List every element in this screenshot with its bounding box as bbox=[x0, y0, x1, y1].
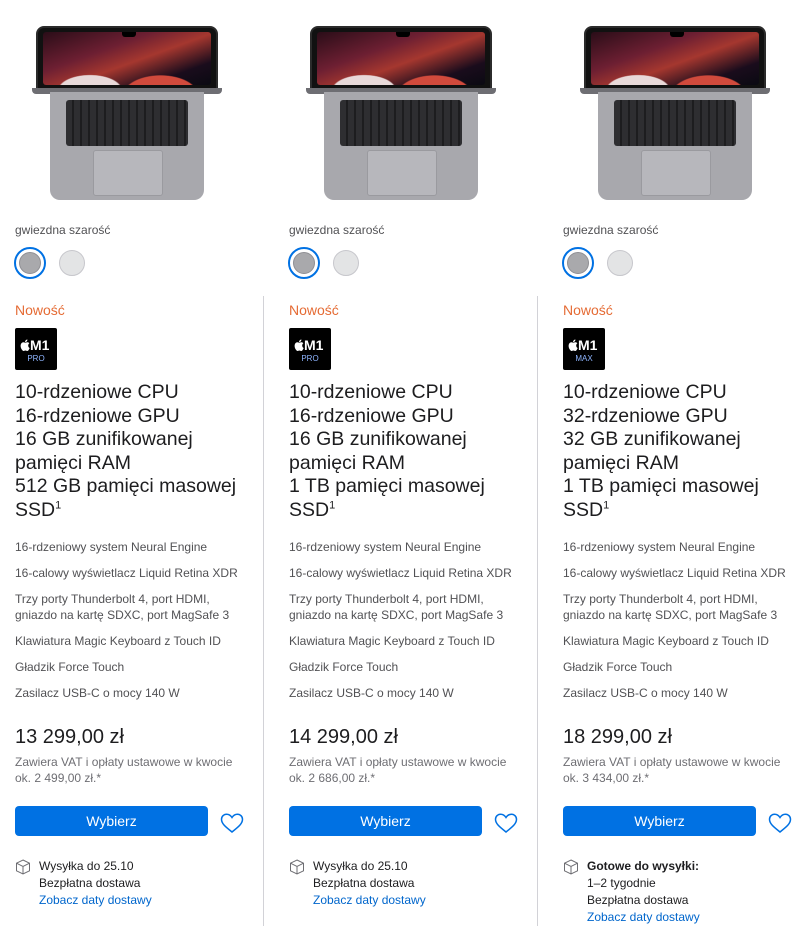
spec-display: 16-calowy wyświetlacz Liquid Retina XDR bbox=[15, 566, 238, 580]
chip-name: M1 bbox=[30, 337, 50, 353]
free-delivery: Bezpłatna dostawa bbox=[313, 876, 415, 890]
chip-name: M1 bbox=[578, 337, 598, 353]
swatch-silver[interactable] bbox=[330, 247, 362, 279]
swatch-space-gray[interactable] bbox=[288, 247, 320, 279]
swatch-space-gray[interactable] bbox=[562, 247, 594, 279]
price: 13 299,00 zł bbox=[15, 726, 124, 748]
shipping-time: 1–2 tygodnie bbox=[587, 876, 656, 890]
apple-logo-icon bbox=[294, 339, 304, 351]
new-badge: Nowość bbox=[289, 302, 339, 318]
heart-icon[interactable] bbox=[220, 813, 244, 833]
price: 18 299,00 zł bbox=[563, 726, 672, 748]
swatch-silver[interactable] bbox=[604, 247, 636, 279]
chip-tier: MAX bbox=[575, 354, 593, 363]
spec-keyboard: Klawiatura Magic Keyboard z Touch ID bbox=[563, 634, 769, 648]
product-card-2: gwiezdna szarość Nowość M1 PRO 10-rdzeni… bbox=[274, 0, 536, 940]
new-badge: Nowość bbox=[15, 302, 65, 318]
package-icon bbox=[290, 859, 304, 875]
spec-ports-line2: gniazdo na kartę SDXC, port MagSafe 3 bbox=[289, 608, 504, 622]
select-button[interactable]: Wybierz bbox=[563, 806, 756, 836]
product-comparison-grid: gwiezdna szarość Nowość M1 PRO 10-rdzeni… bbox=[0, 0, 800, 940]
color-label: gwiezdna szarość bbox=[15, 223, 111, 237]
footnote-marker: 1 bbox=[603, 499, 610, 511]
spec-power-adapter: Zasilacz USB-C o mocy 140 W bbox=[289, 686, 454, 700]
package-icon bbox=[564, 859, 578, 875]
spec-display: 16-calowy wyświetlacz Liquid Retina XDR bbox=[289, 566, 512, 580]
chip-badge: M1 MAX bbox=[563, 328, 605, 370]
footnote-marker: 1 bbox=[55, 499, 62, 511]
column-divider bbox=[537, 296, 538, 926]
config-heading: 10-rdzeniowe CPU 32-rdzeniowe GPU 32 GB … bbox=[563, 381, 759, 521]
spec-keyboard: Klawiatura Magic Keyboard z Touch ID bbox=[15, 634, 221, 648]
spec-ports-line1: Trzy porty Thunderbolt 4, port HDMI, bbox=[289, 592, 484, 606]
free-delivery: Bezpłatna dostawa bbox=[39, 876, 141, 890]
chip-badge: M1 PRO bbox=[15, 328, 57, 370]
spec-neural-engine: 16-rdzeniowy system Neural Engine bbox=[15, 540, 208, 554]
tax-note: Zawiera VAT i opłaty ustawowe w kwocie o… bbox=[563, 755, 781, 785]
free-delivery: Bezpłatna dostawa bbox=[587, 893, 689, 907]
apple-logo-icon bbox=[568, 339, 578, 351]
tax-note: Zawiera VAT i opłaty ustawowe w kwocie o… bbox=[289, 755, 507, 785]
chip-tier: PRO bbox=[301, 354, 319, 363]
new-badge: Nowość bbox=[563, 302, 613, 318]
macbook-pro-image bbox=[306, 24, 496, 202]
select-button[interactable]: Wybierz bbox=[15, 806, 208, 836]
spec-power-adapter: Zasilacz USB-C o mocy 140 W bbox=[563, 686, 728, 700]
macbook-pro-image bbox=[32, 24, 222, 202]
heart-icon[interactable] bbox=[768, 813, 792, 833]
delivery-dates-link[interactable]: Zobacz daty dostawy bbox=[39, 892, 152, 909]
delivery-dates-link[interactable]: Zobacz daty dostawy bbox=[313, 892, 426, 909]
chip-badge: M1 PRO bbox=[289, 328, 331, 370]
column-divider bbox=[263, 296, 264, 926]
spec-neural-engine: 16-rdzeniowy system Neural Engine bbox=[289, 540, 482, 554]
footnote-marker: 1 bbox=[329, 499, 336, 511]
swatch-space-gray[interactable] bbox=[14, 247, 46, 279]
heart-icon[interactable] bbox=[494, 813, 518, 833]
delivery-dates-link[interactable]: Zobacz daty dostawy bbox=[587, 909, 700, 926]
spec-trackpad: Gładzik Force Touch bbox=[15, 660, 125, 674]
spec-ports-line2: gniazdo na kartę SDXC, port MagSafe 3 bbox=[563, 608, 778, 622]
spec-power-adapter: Zasilacz USB-C o mocy 140 W bbox=[15, 686, 180, 700]
spec-keyboard: Klawiatura Magic Keyboard z Touch ID bbox=[289, 634, 495, 648]
spec-neural-engine: 16-rdzeniowy system Neural Engine bbox=[563, 540, 756, 554]
price: 14 299,00 zł bbox=[289, 726, 398, 748]
swatch-silver[interactable] bbox=[56, 247, 88, 279]
color-label: gwiezdna szarość bbox=[563, 223, 659, 237]
product-card-1: gwiezdna szarość Nowość M1 PRO 10-rdzeni… bbox=[0, 0, 262, 940]
chip-name: M1 bbox=[304, 337, 324, 353]
color-label: gwiezdna szarość bbox=[289, 223, 385, 237]
tax-note: Zawiera VAT i opłaty ustawowe w kwocie o… bbox=[15, 755, 233, 785]
product-card-3: gwiezdna szarość Nowość M1 MAX 10-rdzeni… bbox=[548, 0, 800, 940]
apple-logo-icon bbox=[20, 339, 30, 351]
macbook-pro-image bbox=[580, 24, 770, 202]
spec-ports-line2: gniazdo na kartę SDXC, port MagSafe 3 bbox=[15, 608, 230, 622]
spec-trackpad: Gładzik Force Touch bbox=[289, 660, 399, 674]
shipping-date: Wysyłka do 25.10 bbox=[39, 859, 134, 873]
config-heading: 10-rdzeniowe CPU 16-rdzeniowe GPU 16 GB … bbox=[15, 381, 237, 521]
spec-ports-line1: Trzy porty Thunderbolt 4, port HDMI, bbox=[15, 592, 210, 606]
spec-ports-line1: Trzy porty Thunderbolt 4, port HDMI, bbox=[563, 592, 758, 606]
chip-tier: PRO bbox=[27, 354, 45, 363]
config-heading: 10-rdzeniowe CPU 16-rdzeniowe GPU 16 GB … bbox=[289, 381, 485, 521]
spec-display: 16-calowy wyświetlacz Liquid Retina XDR bbox=[563, 566, 786, 580]
package-icon bbox=[16, 859, 30, 875]
shipping-ready-title: Gotowe do wysyłki: bbox=[587, 859, 700, 873]
spec-trackpad: Gładzik Force Touch bbox=[563, 660, 673, 674]
shipping-date: Wysyłka do 25.10 bbox=[313, 859, 408, 873]
select-button[interactable]: Wybierz bbox=[289, 806, 482, 836]
